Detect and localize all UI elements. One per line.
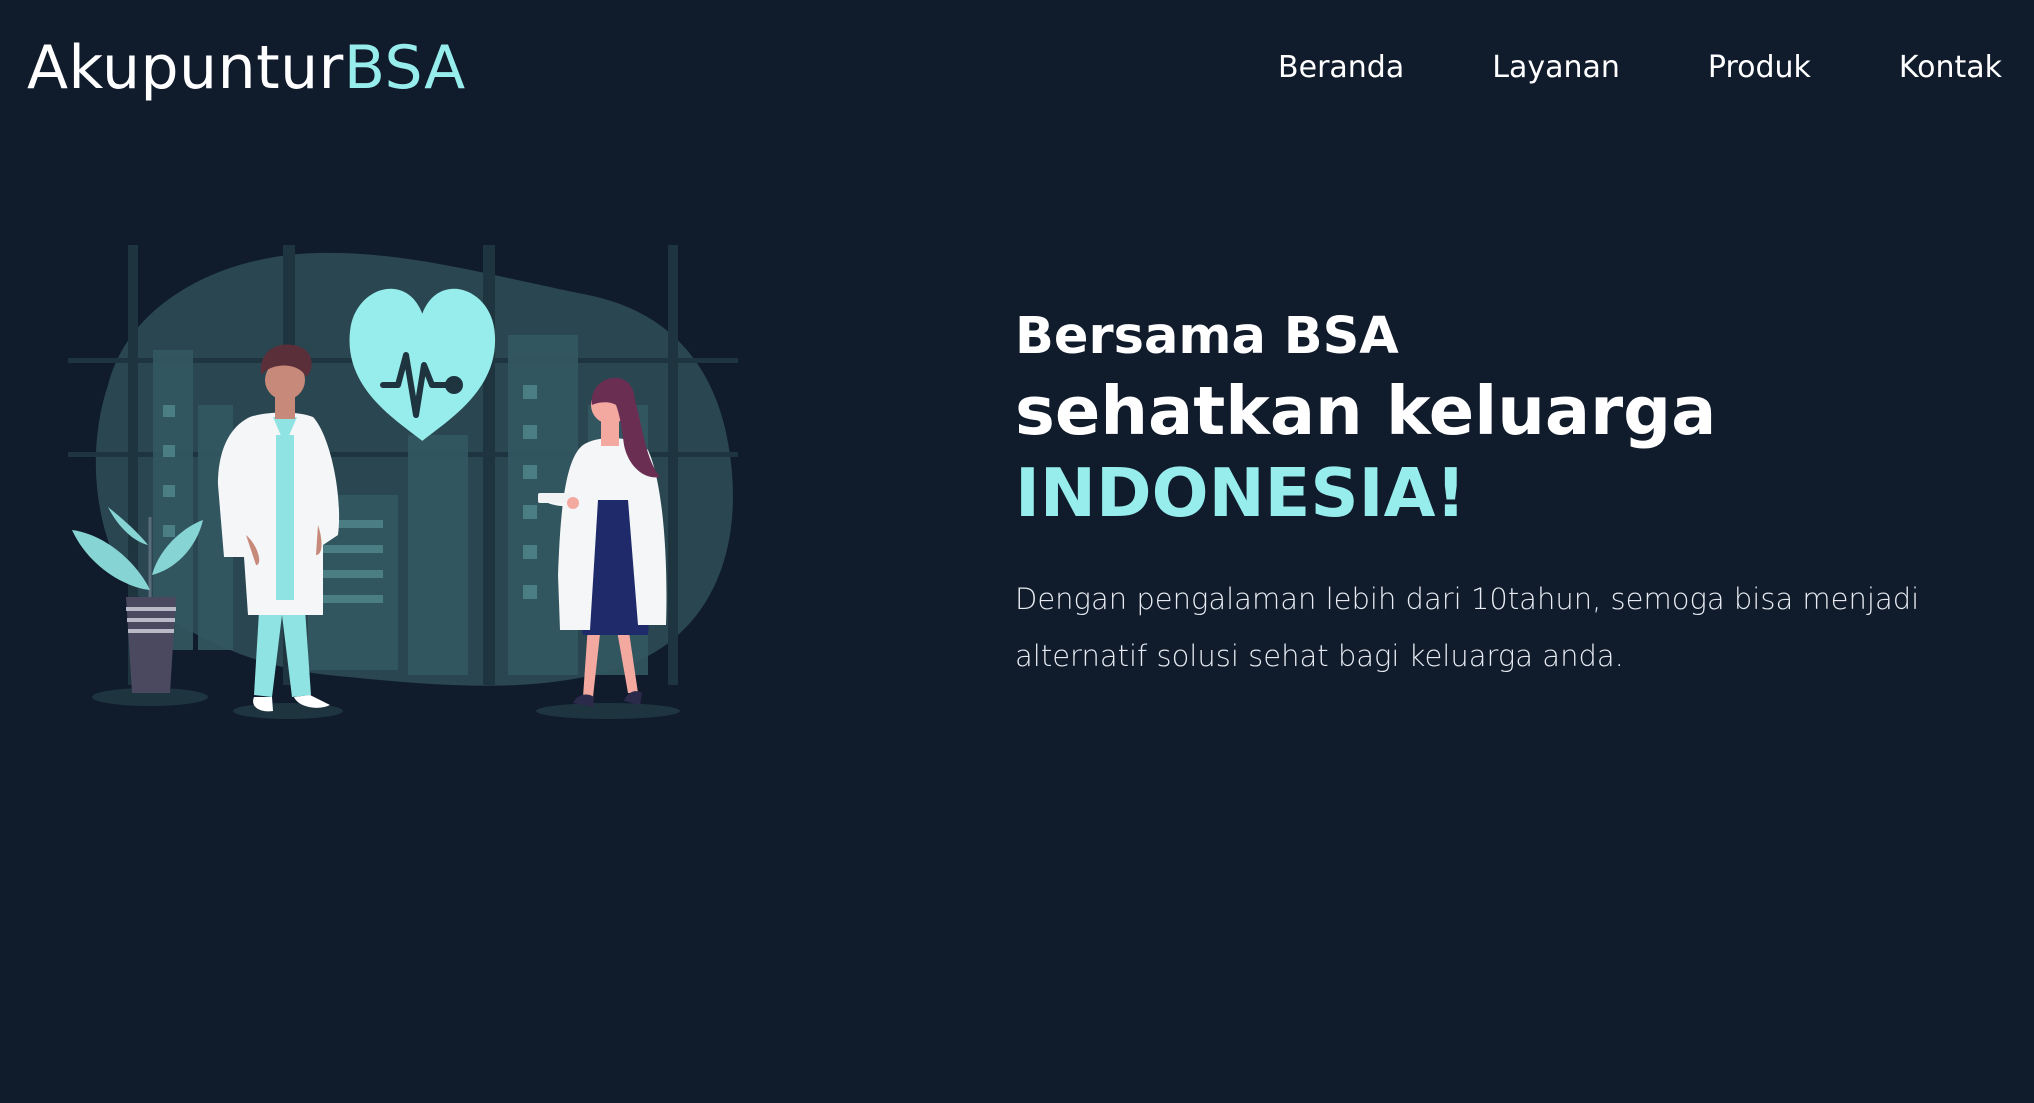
hero-description: Dengan pengalaman lebih dari 10tahun, se… [1015,582,1920,673]
doctors-heart-illustration [68,245,738,719]
brand-name-accent: BSA [343,33,466,103]
hero-heading-line1: Bersama BSA [1015,307,1399,366]
brand-name-main: Akupuntur [27,33,344,103]
hero-heading-line2: sehatkan keluarga [1015,372,1717,450]
nav-link-produk[interactable]: Produk [1708,44,1811,92]
hero-heading-highlight: INDONESIA! [1015,454,1467,532]
nav-link-kontak[interactable]: Kontak [1899,44,2002,92]
navbar: AkupunturBSA Beranda Layanan Produk Kont… [0,0,2034,140]
nav-link-layanan[interactable]: Layanan [1492,44,1620,92]
nav-menu: Beranda Layanan Produk Kontak [1278,44,2002,92]
nav-link-beranda[interactable]: Beranda [1278,44,1404,92]
hero-section: Bersama BSA sehatkan keluarga INDONESIA!… [1015,305,2005,685]
brand-logo[interactable]: AkupunturBSA [27,30,466,106]
page: AkupunturBSA Beranda Layanan Produk Kont… [0,0,2034,1103]
